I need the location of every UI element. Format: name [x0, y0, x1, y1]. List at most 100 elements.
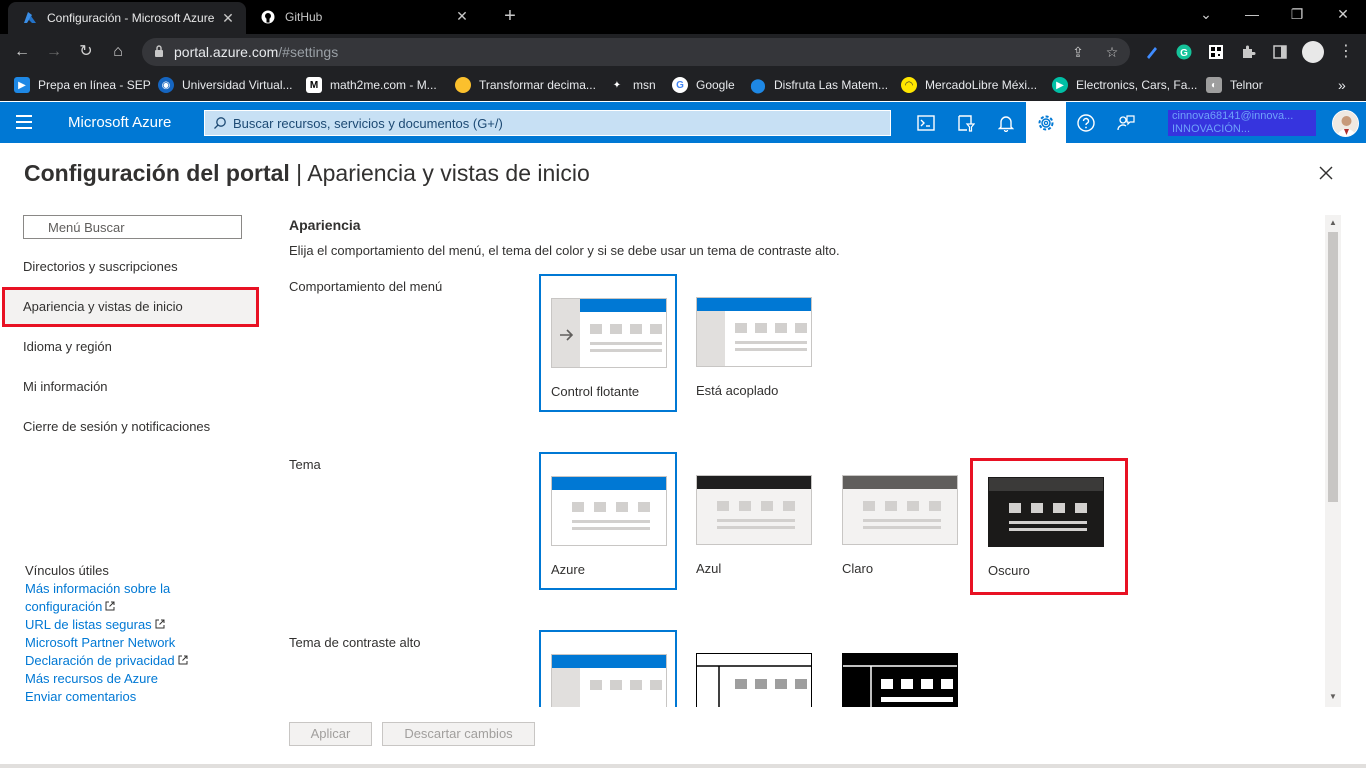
reload-icon[interactable]: ↻	[76, 42, 96, 62]
nav-item-signout[interactable]: Cierre de sesión y notificaciones	[0, 407, 260, 447]
link-privacy[interactable]: Declaración de privacidad	[25, 652, 265, 670]
extensions-puzzle-icon[interactable]	[1240, 44, 1256, 60]
section-title: Apariencia	[289, 217, 361, 233]
back-icon[interactable]: ←	[12, 42, 32, 62]
bookmark-item[interactable]: ◉ Universidad Virtual...	[158, 77, 293, 93]
global-search[interactable]	[204, 110, 891, 136]
azure-brand[interactable]: Microsoft Azure	[68, 114, 171, 131]
qr-code-icon[interactable]	[1208, 44, 1224, 60]
close-icon[interactable]	[1316, 163, 1336, 183]
link-label: Microsoft Partner Network	[25, 635, 176, 650]
nav-item-label: Cierre de sesión y notificaciones	[23, 419, 211, 434]
link-safe-urls[interactable]: URL de listas seguras	[25, 616, 265, 634]
contrast-none-preview	[551, 654, 667, 707]
bookmark-item[interactable]: Mmath2me.com - M...	[306, 77, 437, 93]
menu-search[interactable]	[23, 215, 242, 239]
close-window-icon[interactable]: ✕	[1333, 6, 1353, 23]
play-icon: ▶	[1052, 77, 1068, 93]
tab-title: Configuración - Microsoft Azure	[47, 11, 215, 25]
link-more-info-cont[interactable]: configuración	[25, 598, 265, 616]
account-info[interactable]: cinnova68141@innova... INNOVACIÓN... MIC…	[1168, 110, 1316, 136]
link-send-feedback[interactable]: Enviar comentarios	[25, 688, 265, 706]
page-title: Configuración del portal | Apariencia y …	[24, 160, 590, 187]
scroll-down-icon[interactable]: ▼	[1329, 693, 1337, 701]
contrast-option-none[interactable]	[539, 630, 677, 707]
bookmark-item[interactable]: ✦ msn	[609, 77, 656, 93]
link-label: configuración	[25, 599, 103, 614]
bookmark-item[interactable]: ▶ Electronics, Cars, Fa...	[1052, 77, 1197, 93]
forward-icon[interactable]: →	[44, 42, 64, 62]
grammarly-icon[interactable]: G	[1176, 44, 1192, 60]
scroll-thumb[interactable]	[1328, 232, 1338, 502]
content-scrollbar[interactable]: ▲ ▼	[1325, 215, 1341, 707]
directory-filter-icon[interactable]	[946, 102, 986, 143]
bookmark-star-icon[interactable]: ☆	[1104, 44, 1120, 60]
menu-behavior-label: Comportamiento del menú	[289, 279, 443, 294]
more-bookmarks-icon[interactable]: »	[1338, 77, 1346, 93]
apply-button[interactable]: Aplicar	[289, 722, 372, 746]
bookmark-label: Transformar decima...	[479, 78, 596, 92]
user-avatar[interactable]	[1332, 110, 1359, 137]
global-search-input[interactable]	[233, 114, 873, 132]
window-bottom-border	[0, 764, 1366, 768]
theme-option-light[interactable]: Claro	[831, 452, 969, 590]
link-more-info[interactable]: Más información sobre la	[25, 580, 265, 598]
restore-icon[interactable]: ❐	[1287, 6, 1307, 23]
menu-option-flyout[interactable]: Control flotante	[539, 274, 677, 412]
browser-toolbar: ← → ↻ ⌂ portal.azure.com/#settings ⇪ ☆ G…	[0, 34, 1366, 70]
theme-option-dark[interactable]: Oscuro	[970, 458, 1128, 595]
nav-item-language[interactable]: Idioma y región	[0, 327, 260, 367]
option-caption: Está acoplado	[696, 383, 779, 398]
close-tab-icon[interactable]: ✕	[220, 10, 236, 26]
settings-gear-icon[interactable]	[1026, 102, 1066, 143]
nav-item-appearance[interactable]: Apariencia y vistas de inicio	[2, 287, 259, 327]
bookmark-item[interactable]: Transformar decima...	[455, 77, 596, 93]
msn-icon: ✦	[612, 79, 622, 91]
tab-github[interactable]: GitHub ✕	[250, 0, 480, 34]
theme-option-blue[interactable]: Azul	[685, 452, 823, 590]
nav-item-directories[interactable]: Directorios y suscripciones	[0, 247, 260, 287]
feedback-icon[interactable]	[1106, 102, 1146, 143]
home-icon[interactable]: ⌂	[108, 42, 128, 62]
profile-avatar[interactable]	[1302, 41, 1324, 63]
mercadolibre-icon: ◠	[901, 77, 917, 93]
contrast-light-preview	[696, 653, 812, 707]
section-description: Elija el comportamiento del menú, el tem…	[289, 243, 840, 258]
notifications-bell-icon[interactable]	[986, 102, 1026, 143]
url-host: portal.azure.com	[174, 44, 279, 60]
theme-option-azure[interactable]: Azure	[539, 452, 677, 590]
close-tab-icon[interactable]: ✕	[454, 8, 470, 24]
menu-search-input[interactable]	[48, 219, 228, 235]
tab-search-icon[interactable]: ⌄	[1196, 6, 1216, 23]
menu-option-docked[interactable]: Está acoplado	[685, 274, 823, 412]
bookmark-label: Telnor	[1230, 78, 1263, 92]
link-more-resources[interactable]: Más recursos de Azure	[25, 670, 265, 688]
link-partner-network[interactable]: Microsoft Partner Network	[25, 634, 265, 652]
contrast-option-dark[interactable]	[831, 630, 969, 707]
new-tab-button[interactable]: +	[500, 6, 520, 26]
extension-pen-icon[interactable]	[1144, 44, 1160, 60]
prepa-bookmark-icon: ▶	[14, 77, 30, 93]
tab-azure[interactable]: Configuración - Microsoft Azure ✕	[8, 2, 246, 34]
bookmark-item[interactable]: ⬤ Disfruta Las Matem...	[750, 77, 888, 93]
side-panel-icon[interactable]	[1272, 44, 1288, 60]
bookmark-item[interactable]: ◐ Telnor	[1206, 77, 1263, 93]
browser-menu-icon[interactable]: ⋮	[1336, 42, 1356, 62]
high-contrast-label: Tema de contraste alto	[289, 635, 421, 650]
scroll-up-icon[interactable]: ▲	[1329, 219, 1337, 227]
cloud-shell-icon[interactable]	[906, 102, 946, 143]
bookmark-label: Prepa en línea - SEP	[38, 78, 151, 92]
hamburger-menu-icon[interactable]	[16, 115, 32, 129]
nav-item-my-info[interactable]: Mi información	[0, 367, 260, 407]
google-icon: G	[672, 77, 688, 93]
bookmark-item[interactable]: ▶ Prepa en línea - SEP	[14, 77, 151, 93]
help-icon[interactable]	[1066, 102, 1106, 143]
share-icon[interactable]: ⇪	[1070, 44, 1086, 60]
bookmark-label: Google	[696, 78, 735, 92]
minimize-icon[interactable]: —	[1242, 6, 1262, 22]
discard-changes-button[interactable]: Descartar cambios	[382, 722, 535, 746]
contrast-option-light[interactable]	[685, 630, 823, 707]
bookmark-item[interactable]: G Google	[672, 77, 735, 93]
bookmark-item[interactable]: ◠ MercadoLibre Méxi...	[901, 77, 1037, 93]
address-bar[interactable]: portal.azure.com/#settings ⇪ ☆	[142, 38, 1130, 66]
